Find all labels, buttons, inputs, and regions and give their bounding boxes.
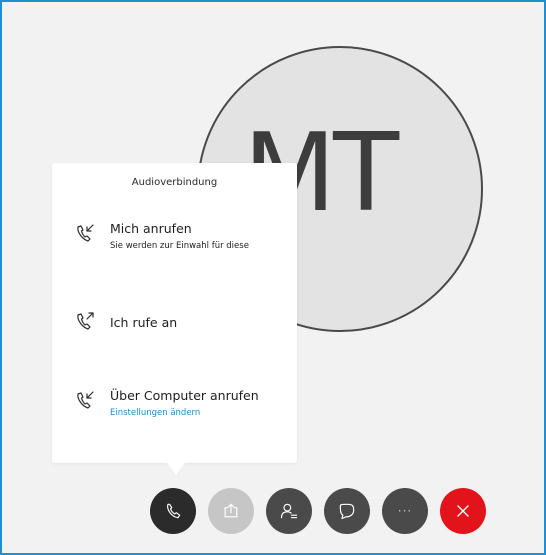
- option-description: Sie werden zur Einwahl für diese: [110, 241, 249, 251]
- audio-button[interactable]: [150, 488, 196, 534]
- participants-button[interactable]: [266, 488, 312, 534]
- option-call-me[interactable]: Mich anrufen Sie werden zur Einwahl für …: [74, 221, 289, 261]
- option-label: Über Computer anrufen: [110, 388, 259, 403]
- chat-icon: [337, 501, 357, 521]
- phone-icon: [163, 501, 183, 521]
- phone-incoming-icon: [74, 221, 98, 245]
- settings-change-link[interactable]: Einstellungen ändern: [110, 408, 200, 418]
- phone-outgoing-icon: [74, 309, 98, 333]
- panel-pointer: [164, 459, 188, 475]
- option-label: Ich rufe an: [110, 315, 178, 330]
- call-toolbar: ···: [150, 488, 490, 534]
- more-button[interactable]: ···: [382, 488, 428, 534]
- chat-button[interactable]: [324, 488, 370, 534]
- close-icon: [456, 504, 470, 518]
- audio-connection-panel: Audioverbindung Mich anrufen Sie werden …: [52, 163, 297, 463]
- phone-incoming-icon: [74, 388, 98, 412]
- leave-button[interactable]: [440, 488, 486, 534]
- share-icon: [221, 501, 241, 521]
- option-computer-audio[interactable]: Über Computer anrufen Einstellungen ände…: [74, 388, 289, 428]
- option-i-call[interactable]: Ich rufe an: [74, 309, 289, 335]
- more-icon: ···: [397, 504, 413, 518]
- share-button[interactable]: [208, 488, 254, 534]
- panel-title: Audioverbindung: [131, 177, 218, 188]
- option-label: Mich anrufen: [110, 221, 192, 236]
- participants-icon: [279, 501, 299, 521]
